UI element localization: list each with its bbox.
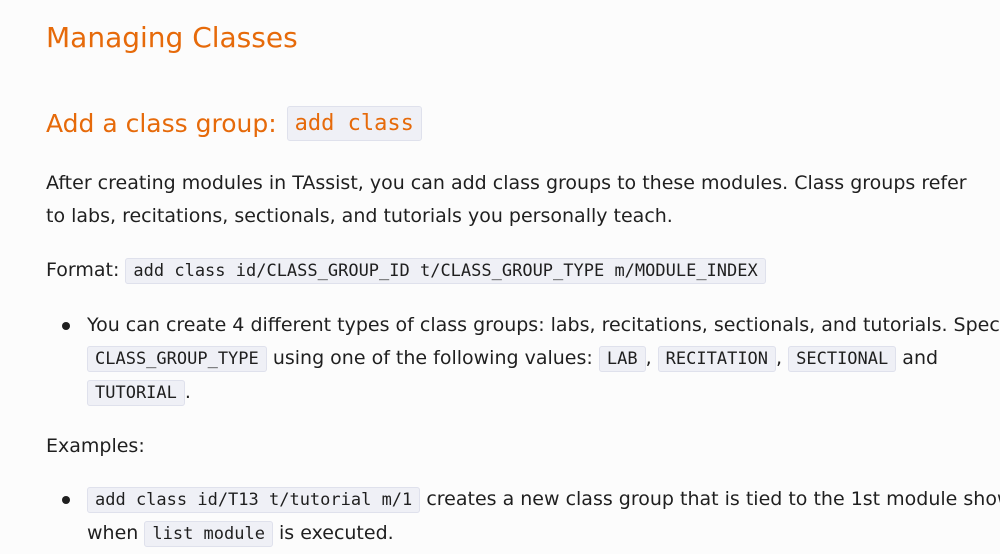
- note-text-3: and: [902, 347, 939, 369]
- value-recitation-code: RECITATION: [657, 346, 777, 372]
- section-heading: Managing Classes: [46, 21, 298, 54]
- note-text-2: using one of the following values:: [272, 347, 593, 369]
- subsection-heading-text: Add a class group:: [46, 109, 277, 138]
- separator-1: ,: [645, 347, 652, 369]
- format-label: Format:: [46, 259, 120, 281]
- value-tutorial-code: TUTORIAL: [87, 380, 185, 406]
- format-paragraph: Format: add class id/CLASS_GROUP_ID t/CL…: [46, 254, 986, 288]
- intro-paragraph: After creating modules in TAssist, you c…: [46, 172, 967, 227]
- examples-list: add class id/T13 t/tutorial m/1 creates …: [46, 483, 1000, 551]
- value-sectional-code: SECTIONAL: [788, 346, 897, 372]
- example-command-code: add class id/T13 t/tutorial m/1: [87, 487, 421, 513]
- subsection-command-code: add class: [286, 106, 422, 141]
- examples-label: Examples:: [46, 435, 145, 457]
- note-end-period: .: [184, 381, 191, 403]
- note-text-1: You can create 4 different types of clas…: [87, 314, 1000, 336]
- example-item: add class id/T13 t/tutorial m/1 creates …: [62, 483, 1000, 551]
- list-module-code: list module: [144, 521, 273, 547]
- separator-2: ,: [776, 347, 783, 369]
- example-text-2: is executed.: [279, 522, 394, 544]
- notes-list: You can create 4 different types of clas…: [46, 309, 1000, 410]
- format-command-code: add class id/CLASS_GROUP_ID t/CLASS_GROU…: [125, 258, 766, 284]
- subsection-heading: Add a class group: add class: [46, 106, 422, 141]
- class-group-type-code: CLASS_GROUP_TYPE: [87, 346, 267, 372]
- value-lab-code: LAB: [598, 346, 646, 372]
- notes-list-item: You can create 4 different types of clas…: [62, 309, 1000, 410]
